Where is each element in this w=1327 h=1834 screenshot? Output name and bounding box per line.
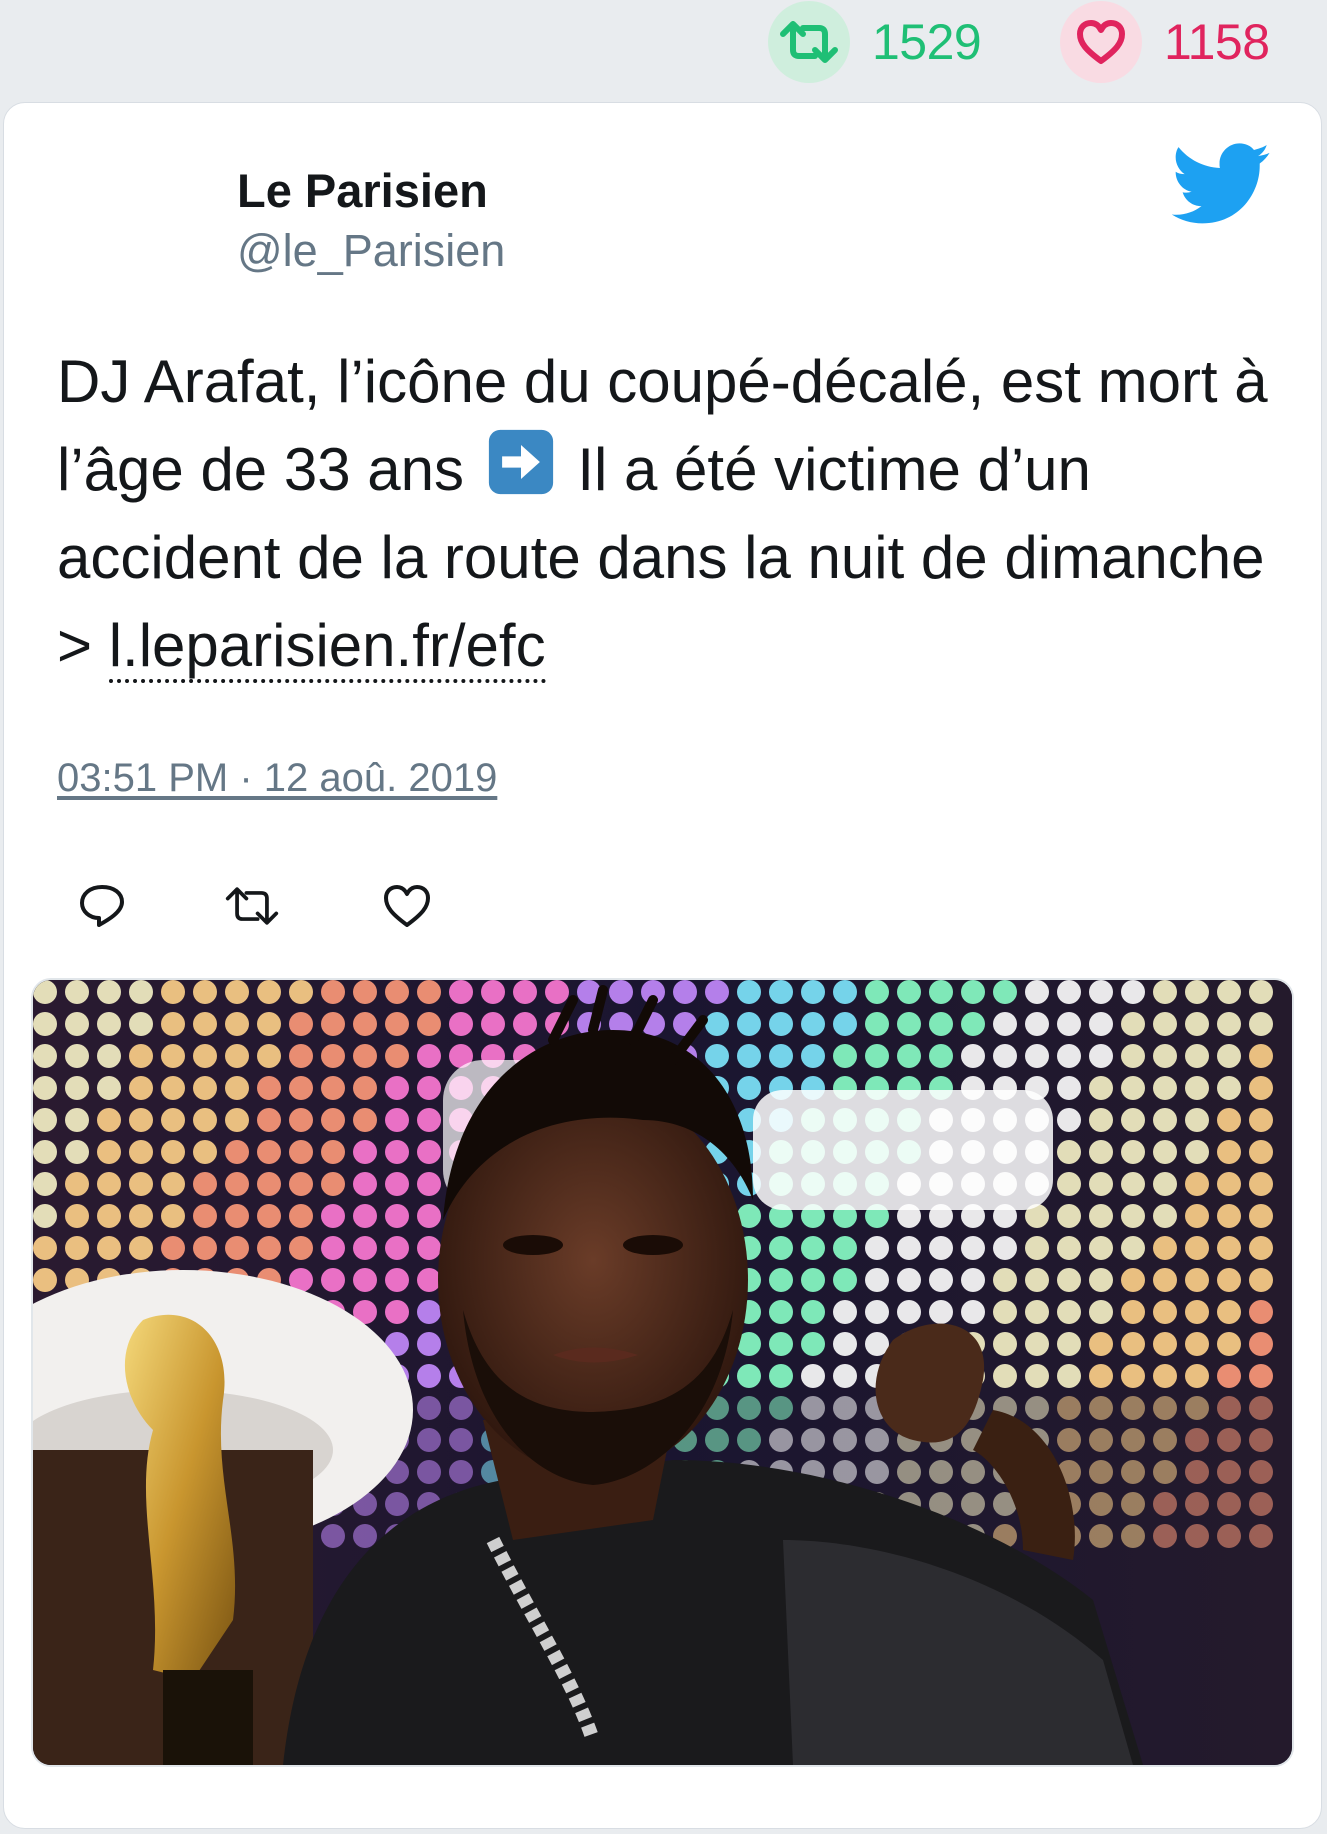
- reply-icon: [80, 885, 124, 927]
- like-button[interactable]: [379, 878, 435, 934]
- twitter-bird-icon[interactable]: [1172, 143, 1272, 225]
- heart-icon: [1077, 20, 1125, 64]
- retweet-bubble: [768, 1, 850, 83]
- retweet-icon: [780, 21, 838, 63]
- tweet-photo[interactable]: [31, 978, 1294, 1767]
- like-count: 1158: [1060, 1, 1270, 83]
- like-count-value: 1158: [1164, 14, 1270, 70]
- tweet-text: DJ Arafat, l’icône du coupé-décalé, est …: [57, 338, 1297, 690]
- right-arrow-emoji-icon: [488, 429, 553, 495]
- author-handle[interactable]: @le_Parisien: [237, 225, 505, 277]
- like-bubble: [1060, 1, 1142, 83]
- tweet-link[interactable]: l.leparisien.fr/efc: [108, 612, 546, 683]
- retweet-count-value: 1529: [872, 14, 982, 70]
- author-name[interactable]: Le Parisien: [237, 163, 488, 218]
- retweet-button[interactable]: [224, 878, 280, 934]
- tweet-card[interactable]: Le Parisien @le_Parisien DJ Arafat, l’ic…: [3, 102, 1322, 1829]
- retweet-icon: [225, 887, 279, 925]
- photo-image: [33, 980, 1292, 1765]
- tweet-timestamp[interactable]: 03:51 PM · 12 aoû. 2019: [57, 756, 497, 801]
- like-icon: [384, 885, 430, 927]
- engagement-stats: 1529 1158: [0, 0, 1327, 100]
- reply-button[interactable]: [74, 878, 130, 934]
- retweet-count: 1529: [768, 1, 982, 83]
